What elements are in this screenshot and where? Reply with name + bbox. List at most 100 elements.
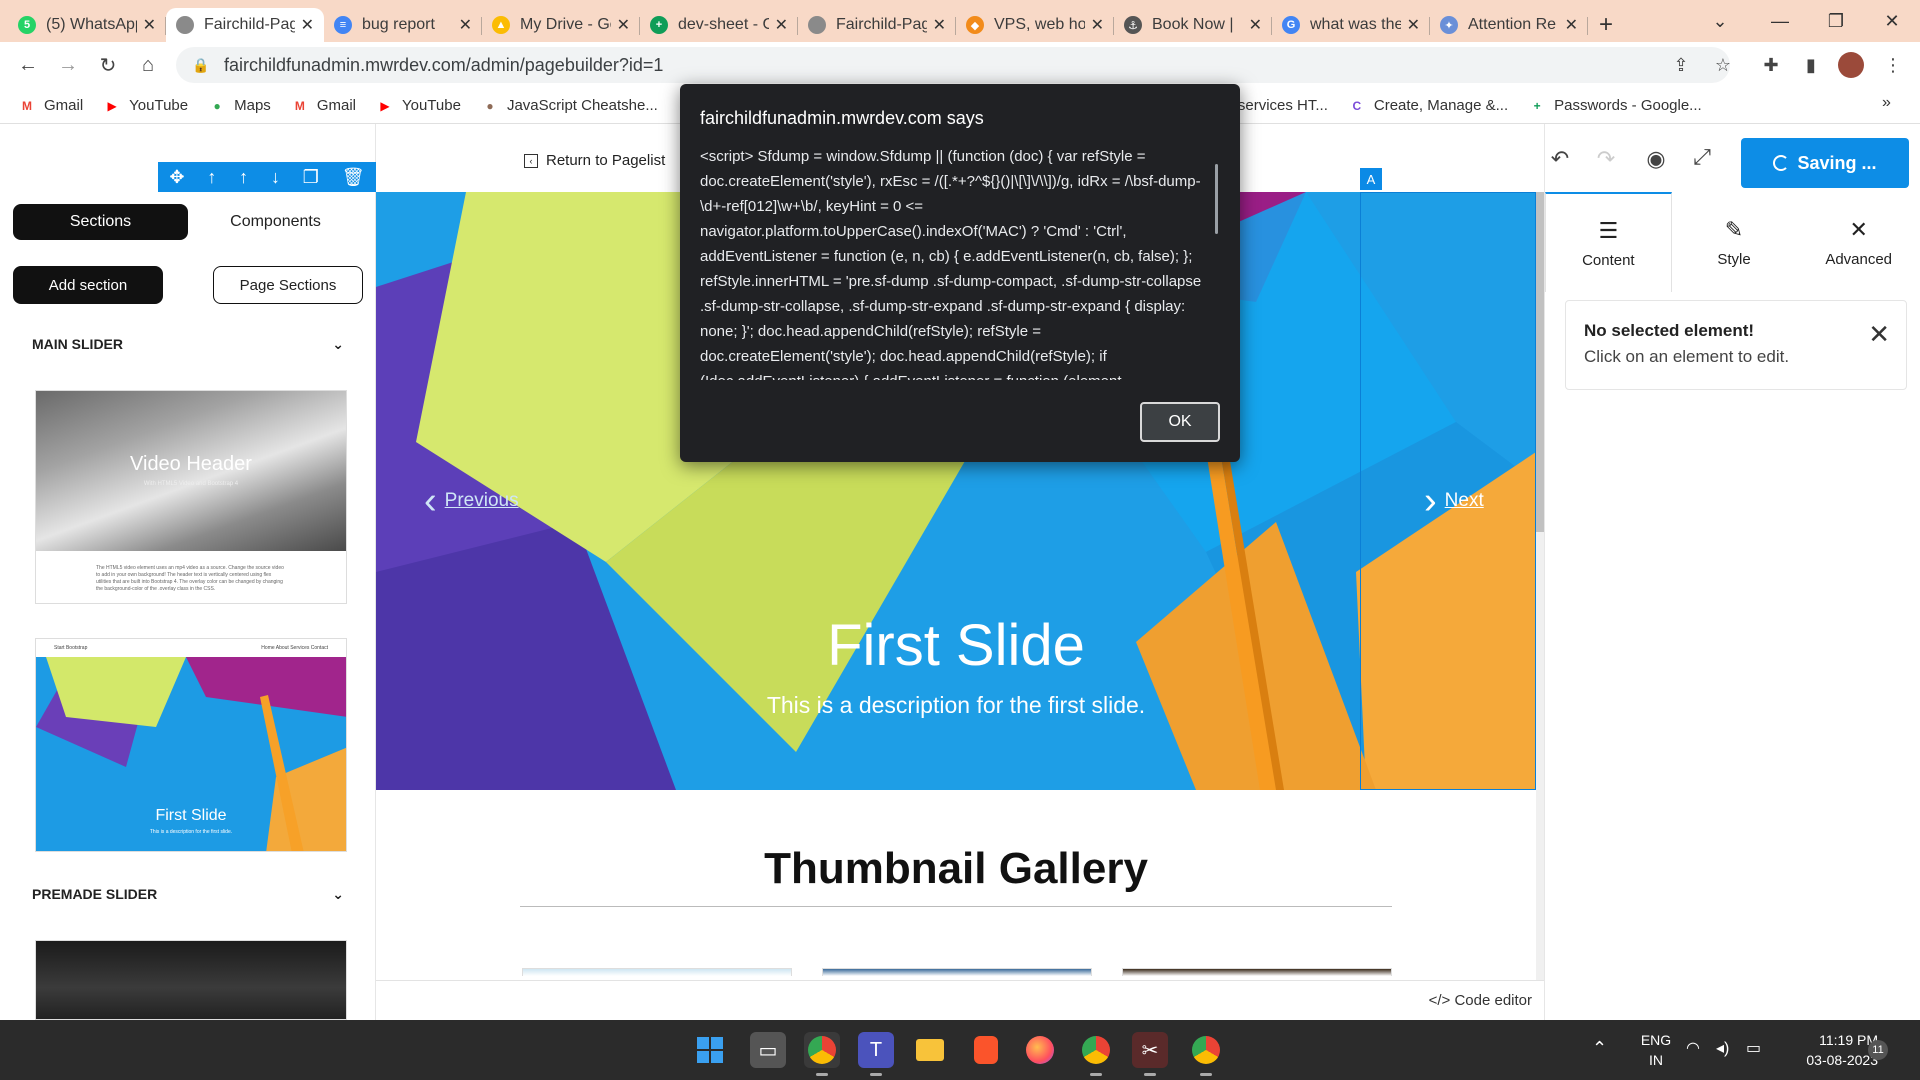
restore-icon[interactable]: ❐ <box>1808 0 1864 42</box>
section-thumbnail-video-header[interactable]: Video Header With HTML5 Video and Bootst… <box>35 390 347 604</box>
close-tab-icon[interactable]: ✕ <box>1407 15 1420 35</box>
tab-style[interactable]: ✎ Style <box>1672 192 1797 292</box>
tab-content[interactable]: ☰ Content <box>1545 192 1672 292</box>
browser-tab[interactable]: ⚓ Book Now | ✕ <box>1114 8 1272 42</box>
windows-start-icon[interactable] <box>692 1032 728 1068</box>
task-view-icon[interactable]: ▭ <box>750 1032 786 1068</box>
minimize-icon[interactable]: — <box>1752 0 1808 42</box>
canvas-scrollbar[interactable] <box>1536 192 1544 1020</box>
close-tab-icon[interactable]: ✕ <box>301 15 314 35</box>
address-bar[interactable]: 🔒 fairchildfunadmin.mwrdev.com/admin/pag… <box>176 47 1730 83</box>
new-tab-icon[interactable]: + <box>1588 8 1624 42</box>
tab-sections[interactable]: Sections <box>13 204 188 240</box>
chevron-up-icon[interactable]: ⌃ <box>1592 1038 1607 1059</box>
wifi-icon[interactable]: ◠ <box>1686 1038 1700 1058</box>
undo-icon[interactable]: ↶ <box>1545 144 1575 174</box>
close-tab-icon[interactable]: ✕ <box>143 15 156 35</box>
add-section-button[interactable]: Add section <box>13 266 163 304</box>
return-to-pagelist-link[interactable]: ‹ Return to Pagelist <box>524 152 665 169</box>
back-icon[interactable]: ← <box>8 45 48 85</box>
tab-search-icon[interactable]: ⌄ <box>1692 0 1748 42</box>
group-premade-slider[interactable]: PREMADE SLIDER ⌄ <box>0 876 375 912</box>
redo-icon[interactable]: ↷ <box>1591 144 1621 174</box>
system-clock[interactable]: 11:19 PM 03-08-2023 <box>1778 1030 1878 1070</box>
language-indicator[interactable]: ENG IN <box>1636 1030 1676 1070</box>
browser-tab[interactable]: Fairchild-Page ✕ <box>166 8 324 42</box>
close-tab-icon[interactable]: ✕ <box>459 15 472 35</box>
gallery-heading[interactable]: Thumbnail Gallery <box>376 844 1536 894</box>
firefox-icon[interactable] <box>1022 1032 1058 1068</box>
more-bookmarks-icon[interactable]: » <box>1882 94 1891 112</box>
chevron-down-icon[interactable]: ⌄ <box>332 886 344 903</box>
sidebar-icon[interactable]: ▮ <box>1796 50 1826 80</box>
bookmark-item[interactable]: C Create, Manage &... <box>1348 97 1509 114</box>
reload-icon[interactable]: ↻ <box>88 45 128 85</box>
chrome-profile-icon[interactable] <box>1188 1032 1224 1076</box>
duplicate-icon[interactable]: ❐ <box>303 167 319 188</box>
preview-eye-icon[interactable]: ◉ <box>1641 144 1671 174</box>
profile-avatar[interactable] <box>1836 50 1866 80</box>
bookmark-item[interactable]: M Gmail <box>291 97 356 114</box>
tab-components[interactable]: Components <box>188 204 363 240</box>
fullscreen-icon[interactable]: ⤢ <box>1687 142 1717 172</box>
brave-icon[interactable] <box>968 1032 1004 1068</box>
scrollbar-thumb[interactable] <box>1536 192 1544 532</box>
bookmark-item[interactable]: + Passwords - Google... <box>1528 97 1702 114</box>
saving-button[interactable]: Saving ... <box>1741 138 1909 188</box>
tab-advanced[interactable]: ✕ Advanced <box>1796 192 1920 292</box>
select-parent-icon[interactable]: ↑ <box>207 167 216 188</box>
delete-icon[interactable]: 🗑 <box>342 167 365 188</box>
snipping-tool-icon[interactable]: ✂ <box>1132 1032 1168 1076</box>
carousel-prev-control[interactable]: ‹ Previous <box>416 482 519 520</box>
close-tab-icon[interactable]: ✕ <box>1565 15 1578 35</box>
lock-icon[interactable]: 🔒 <box>192 57 210 74</box>
battery-icon[interactable]: ▭ <box>1746 1038 1761 1058</box>
notification-badge[interactable]: 11 <box>1868 1040 1888 1060</box>
browser-tab[interactable]: 5 (5) WhatsApp ✕ <box>8 8 166 42</box>
close-window-icon[interactable]: ✕ <box>1864 0 1920 42</box>
forward-icon[interactable]: → <box>48 45 88 85</box>
bookmark-star-icon[interactable]: ☆ <box>1708 50 1738 80</box>
browser-tab[interactable]: ▲ My Drive - Google ✕ <box>482 8 640 42</box>
bookmark-item[interactable]: ▶ YouTube <box>376 97 461 114</box>
browser-tab[interactable]: ≡ bug report ✕ <box>324 8 482 42</box>
section-thumbnail-premade-slider[interactable] <box>35 940 347 1020</box>
section-thumbnail-main-slider[interactable]: Start Bootstrap Home About Services Cont… <box>35 638 347 852</box>
ok-button[interactable]: OK <box>1140 402 1220 442</box>
scrollbar-thumb[interactable] <box>1215 164 1218 234</box>
gallery-thumbnail[interactable] <box>1122 968 1392 976</box>
browser-tab[interactable]: ◆ VPS, web hosting ✕ <box>956 8 1114 42</box>
close-tab-icon[interactable]: ✕ <box>1091 15 1104 35</box>
share-icon[interactable]: ⇪ <box>1666 50 1696 80</box>
menu-icon[interactable]: ⋮ <box>1878 50 1908 80</box>
bookmark-item[interactable]: ● JavaScript Cheatshe... <box>481 97 658 114</box>
bookmark-item[interactable]: services HT... <box>1238 97 1328 114</box>
browser-tab[interactable]: ✦ Attention Re ✕ <box>1430 8 1588 42</box>
page-sections-button[interactable]: Page Sections <box>213 266 363 304</box>
chrome-icon[interactable] <box>804 1032 840 1076</box>
gallery-thumbnail[interactable] <box>822 968 1092 976</box>
teams-icon[interactable]: T <box>858 1032 894 1076</box>
bookmark-item[interactable]: M Gmail <box>18 97 83 114</box>
move-up-icon[interactable]: ↑ <box>239 167 248 188</box>
file-explorer-icon[interactable] <box>912 1032 948 1068</box>
gallery-thumbnail[interactable] <box>522 968 792 976</box>
bookmark-item[interactable]: ● Maps <box>208 97 271 114</box>
browser-tab[interactable]: + dev-sheet - Google ✕ <box>640 8 798 42</box>
extensions-icon[interactable]: ✚ <box>1756 50 1786 80</box>
bookmark-item[interactable]: ▶ YouTube <box>103 97 189 114</box>
group-main-slider[interactable]: MAIN SLIDER ⌄ <box>0 326 375 362</box>
close-tab-icon[interactable]: ✕ <box>1249 15 1262 35</box>
chrome-profile-icon[interactable] <box>1078 1032 1114 1076</box>
move-icon[interactable]: ✥ <box>169 167 184 188</box>
chevron-down-icon[interactable]: ⌄ <box>332 336 344 353</box>
code-editor-toggle[interactable]: </> Code editor <box>376 980 1544 1020</box>
browser-tab[interactable]: Fairchild-Page ✕ <box>798 8 956 42</box>
close-tab-icon[interactable]: ✕ <box>775 15 788 35</box>
home-icon[interactable]: ⌂ <box>128 45 168 85</box>
dialog-scrollbar[interactable] <box>1214 144 1220 380</box>
browser-tab[interactable]: Gwhat was the ✕ <box>1272 8 1430 42</box>
close-tab-icon[interactable]: ✕ <box>617 15 630 35</box>
volume-icon[interactable]: ◂) <box>1716 1038 1729 1058</box>
move-down-icon[interactable]: ↓ <box>271 167 280 188</box>
